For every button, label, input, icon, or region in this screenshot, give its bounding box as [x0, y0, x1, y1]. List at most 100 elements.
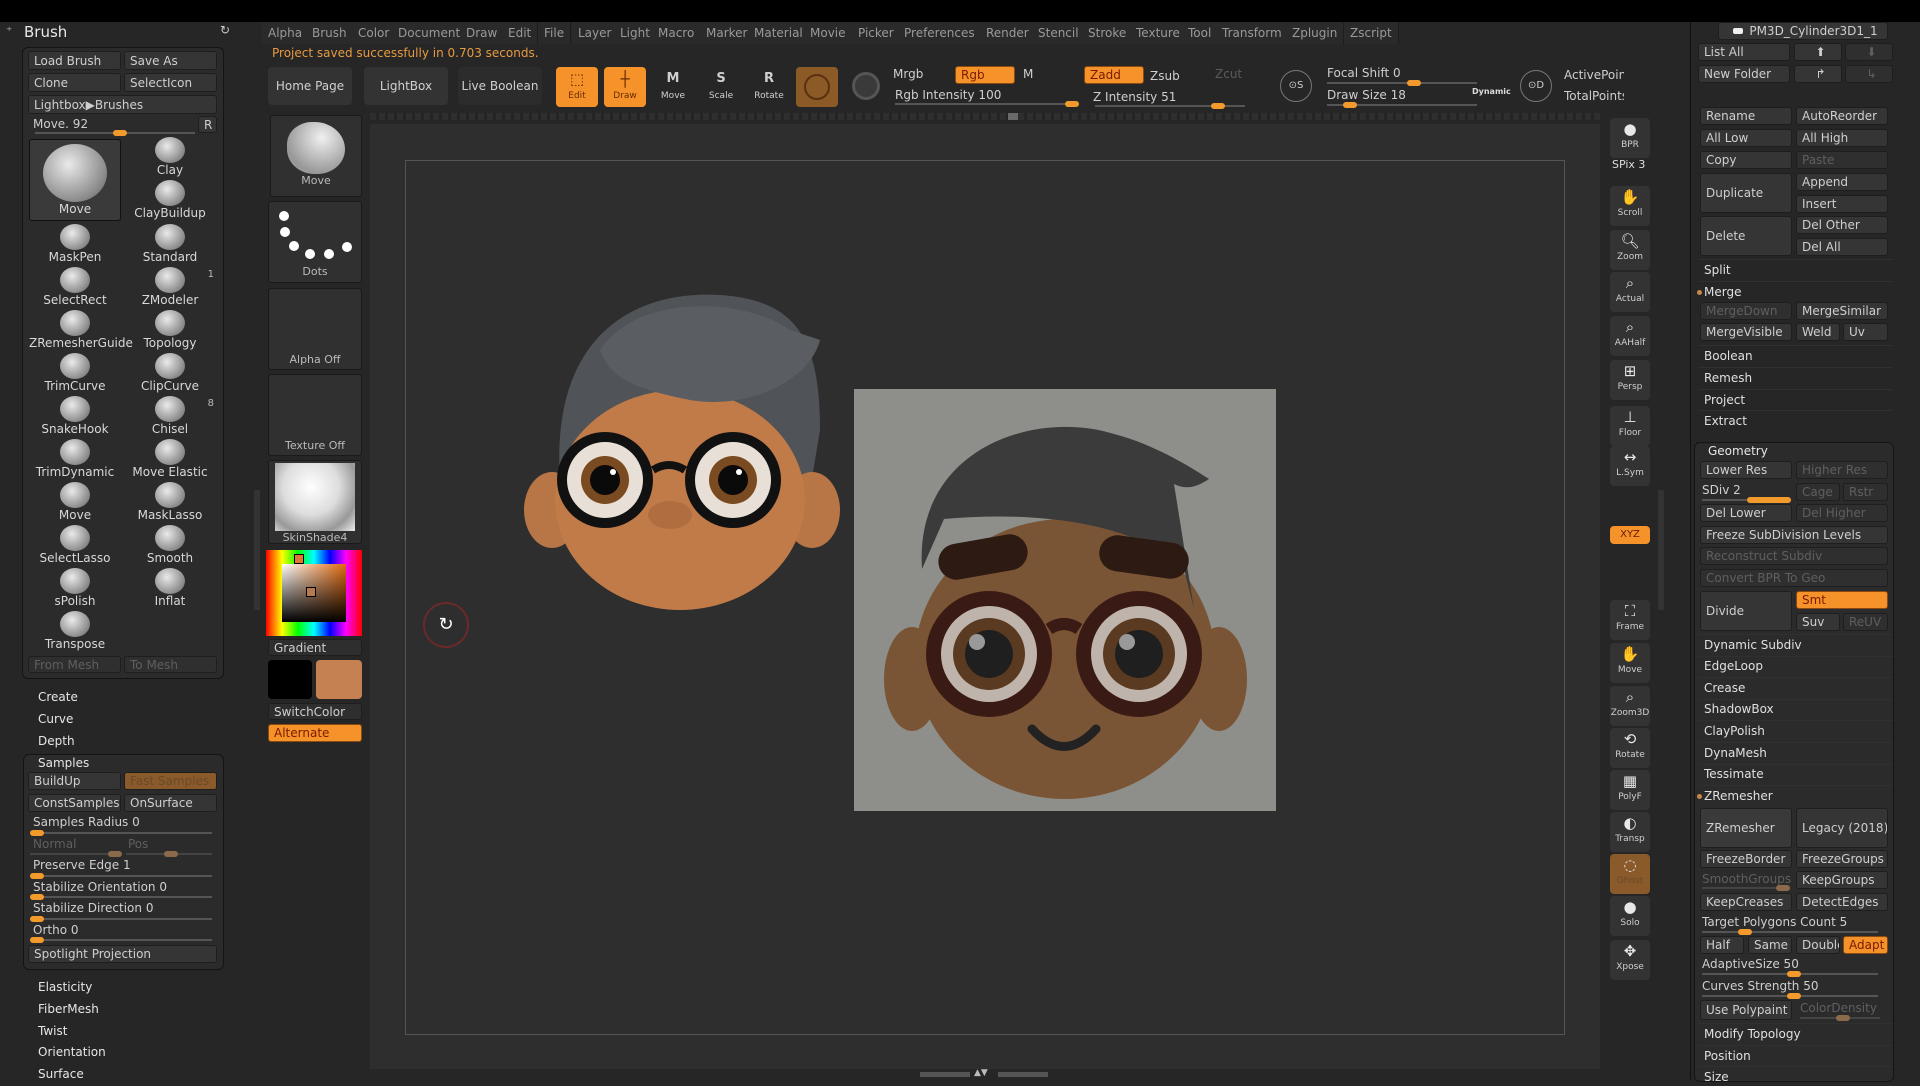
fast-samples-button[interactable]: Fast Samples [124, 772, 217, 790]
section-fibermesh[interactable]: FiberMesh [38, 1002, 99, 1016]
merge-visible-button[interactable]: MergeVisible [1700, 323, 1792, 341]
zcut-button[interactable]: Zcut [1215, 67, 1242, 81]
geometry-dynamesh-section[interactable]: DynaMesh [1698, 742, 1893, 762]
remesh-section[interactable]: Remesh [1698, 367, 1893, 387]
to-mesh-button[interactable]: To Mesh [124, 656, 217, 673]
del-lower-button[interactable]: Del Lower [1700, 504, 1792, 522]
bpr-button[interactable]: ● BPR [1610, 118, 1650, 158]
3d-head-model[interactable] [520, 270, 840, 620]
bottom-scroll-left[interactable] [920, 1072, 970, 1077]
preserve-edge-slider[interactable] [30, 873, 212, 879]
color-marker[interactable] [306, 587, 316, 597]
freeze-groups-button[interactable]: FreezeGroups [1796, 850, 1888, 868]
move-up-icon[interactable]: ⬆ [1794, 43, 1842, 61]
menu-tab-document[interactable]: Document [392, 22, 468, 44]
zremesher-button[interactable]: ZRemesher [1700, 808, 1792, 848]
alternate-button[interactable]: Alternate [268, 724, 362, 742]
cage-button[interactable]: Cage [1796, 483, 1840, 501]
switch-color-button[interactable]: SwitchColor [268, 703, 362, 720]
menu-tab-color[interactable]: Color [352, 22, 397, 44]
keep-creases-button[interactable]: KeepCreases [1700, 893, 1792, 911]
subtool-current[interactable]: PM3D_Cylinder3D1_1 [1718, 22, 1888, 40]
m-button[interactable]: M [1023, 67, 1033, 81]
detect-edges-button[interactable]: DetectEdges [1796, 893, 1888, 911]
geometry-title[interactable]: Geometry [1708, 444, 1768, 458]
geometry-tessimate-section[interactable]: Tessimate [1698, 763, 1893, 784]
spix-slider[interactable]: SPix 3 [1612, 158, 1645, 171]
rotate-mode-button[interactable]: R Rotate [748, 67, 790, 107]
menu-tab-zplugin[interactable]: Zplugin [1286, 22, 1345, 44]
color-density-slider[interactable] [1800, 1015, 1880, 1021]
stabilize-direction-slider[interactable] [30, 916, 212, 922]
freeze-border-button[interactable]: FreezeBorder [1700, 850, 1792, 868]
drag-handle-icon[interactable]: ⁺ [6, 24, 12, 38]
size-section[interactable]: Size [1698, 1066, 1893, 1086]
draw-size-d-icon[interactable]: ⊙D [1520, 70, 1552, 102]
scroll-button[interactable]: ✋ Scroll [1610, 186, 1650, 226]
menu-tab-file[interactable]: File [538, 22, 572, 44]
boolean-section[interactable]: Boolean [1698, 345, 1893, 365]
list-all-button[interactable]: List All [1698, 43, 1790, 61]
target-polygons-slider[interactable] [1702, 929, 1878, 935]
alpha-button[interactable]: Alpha Off [268, 288, 362, 370]
legacy-2018-button[interactable]: Legacy (2018) [1796, 808, 1888, 848]
menu-tab-stroke[interactable]: Stroke [1082, 22, 1134, 44]
rgb-intensity-slider[interactable] [895, 101, 1079, 107]
menu-tab-edit[interactable]: Edit [502, 22, 539, 44]
frame-button[interactable]: ⛶ Frame [1610, 600, 1650, 640]
spotlight-projection-button[interactable]: Spotlight Projection [28, 945, 217, 963]
color-picker[interactable] [266, 550, 362, 636]
menu-tab-brush[interactable]: Brush [306, 22, 354, 44]
double-button[interactable]: Double [1796, 936, 1840, 954]
higher-res-button[interactable]: Higher Res [1796, 461, 1888, 479]
on-surface-button[interactable]: OnSurface [124, 794, 217, 812]
use-polypaint-button[interactable]: Use Polypaint [1700, 1000, 1792, 1020]
draw-mode-button[interactable]: ┼ Draw [604, 67, 646, 107]
popout-icon[interactable]: ↻ [220, 23, 230, 37]
del-other-button[interactable]: Del Other [1796, 216, 1888, 234]
dynamic-toggle[interactable]: Dynamic [1472, 87, 1511, 96]
brush-move-elastic[interactable]: Move Elastic [124, 439, 216, 482]
adaptive-size-slider[interactable] [1702, 971, 1878, 977]
hue-marker[interactable] [294, 554, 304, 564]
arrow-down-right-icon[interactable]: ↳ [1845, 65, 1893, 83]
xpose-button[interactable]: ✥ Xpose [1610, 940, 1650, 980]
merge-down-button[interactable]: MergeDown [1700, 302, 1792, 320]
extract-section[interactable]: Extract [1698, 410, 1893, 430]
all-low-button[interactable]: All Low [1700, 129, 1792, 147]
ortho-slider[interactable] [30, 937, 212, 943]
smooth-groups-slider[interactable] [1702, 885, 1790, 891]
stroke-button[interactable]: Dots [268, 201, 362, 283]
zoom-button[interactable]: 🔍︎ Zoom [1610, 230, 1650, 270]
home-page-button[interactable]: Home Page [268, 67, 352, 105]
geometry-crease-section[interactable]: Crease [1698, 677, 1893, 697]
menu-tab-macro[interactable]: Macro [652, 22, 702, 44]
rotate-button[interactable]: ⟲ Rotate [1610, 728, 1650, 768]
sdiv-slider[interactable] [1702, 497, 1791, 503]
rotate-gizmo-icon[interactable]: ↻ [423, 602, 469, 648]
r-button[interactable]: R [198, 116, 217, 133]
polyf-button[interactable]: ▦ PolyF [1610, 770, 1650, 810]
bottom-scroll-right[interactable] [998, 1072, 1048, 1077]
new-folder-button[interactable]: New Folder [1698, 65, 1790, 83]
section-create[interactable]: Create [38, 690, 78, 704]
duplicate-button[interactable]: Duplicate [1700, 173, 1792, 213]
brush-spolish[interactable]: sPolish [29, 568, 121, 611]
suv-toggle[interactable]: Suv [1796, 613, 1840, 631]
zremesher-section[interactable]: ZRemesher [1697, 785, 1893, 805]
brush-clay[interactable]: Clay [124, 137, 216, 180]
z-intensity-slider[interactable] [1095, 103, 1245, 109]
merge-similar-button[interactable]: MergeSimilar [1796, 302, 1888, 320]
move-down-icon[interactable]: ⬇ [1845, 43, 1893, 61]
left-tray-handle[interactable] [254, 490, 260, 610]
geometry-edgeloop-section[interactable]: EdgeLoop [1698, 655, 1893, 676]
from-mesh-button[interactable]: From Mesh [28, 656, 121, 673]
menu-tab-preferences[interactable]: Preferences [898, 22, 982, 44]
rename-button[interactable]: Rename [1700, 107, 1792, 125]
canvas-top-scroll-thumb[interactable] [1008, 113, 1018, 120]
arrow-right-icon[interactable]: ↱ [1794, 65, 1842, 83]
menu-tab-movie[interactable]: Movie [804, 22, 853, 44]
reconstruct-subdiv-button[interactable]: Reconstruct Subdiv [1700, 547, 1888, 565]
color-sphere-icon[interactable] [852, 72, 880, 100]
scale-mode-button[interactable]: S Scale [700, 67, 742, 107]
